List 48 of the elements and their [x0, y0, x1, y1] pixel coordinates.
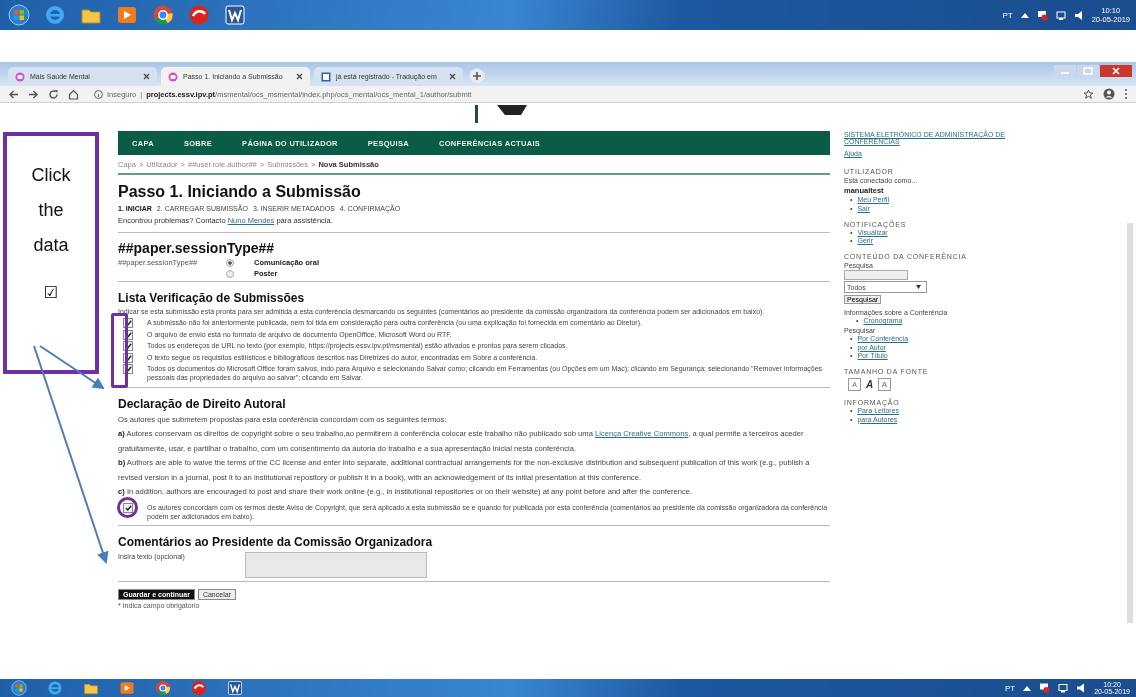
radio-button[interactable] — [226, 258, 234, 267]
checkbox[interactable] — [123, 341, 133, 351]
scrollbar[interactable] — [1127, 223, 1133, 623]
word-icon[interactable] — [224, 4, 246, 26]
star-icon[interactable] — [1083, 88, 1094, 100]
checkbox[interactable] — [123, 329, 133, 340]
forward-icon[interactable] — [28, 88, 39, 100]
home-icon[interactable] — [68, 88, 79, 100]
account-icon[interactable] — [1103, 88, 1115, 100]
section-heading: Comentários ao Presidente da Comissão Organizadora — [118, 535, 434, 550]
new-tab-icon[interactable] — [469, 68, 485, 84]
speaker-icon[interactable] — [1074, 9, 1084, 21]
language-indicator[interactable]: PT — [1002, 10, 1013, 20]
chrome-icon[interactable] — [152, 4, 174, 26]
reload-icon[interactable] — [48, 88, 59, 100]
language-indicator[interactable]: PT — [1004, 683, 1016, 693]
media-player-icon[interactable] — [116, 4, 138, 26]
search-field[interactable] — [844, 270, 908, 280]
checkbox[interactable] — [123, 318, 133, 328]
checkbox[interactable] — [123, 352, 133, 363]
highlight-circle — [117, 496, 138, 518]
section-heading: Declaração de Direito Autoral — [118, 396, 287, 411]
swirl-logo-icon[interactable] — [188, 4, 210, 26]
info-icon[interactable] — [94, 89, 103, 99]
section-heading: ##paper.sessionType## — [118, 240, 276, 256]
close-icon[interactable] — [296, 73, 303, 80]
menu-icon[interactable] — [1124, 88, 1128, 100]
callout-text: data — [33, 234, 69, 257]
checkbox[interactable] — [123, 502, 133, 513]
radio-button[interactable] — [226, 269, 234, 278]
font-size-button[interactable]: A — [863, 378, 876, 391]
start-orb-icon[interactable] — [8, 680, 30, 696]
callout-text: Click — [31, 164, 71, 187]
start-orb-icon[interactable] — [8, 4, 30, 26]
callout-symbol: ☑ — [43, 283, 59, 302]
up-chevron-icon[interactable] — [1020, 12, 1029, 18]
page-favicon-icon — [321, 71, 331, 82]
dropdown-arrow-icon — [916, 285, 921, 289]
checkbox[interactable] — [123, 364, 133, 374]
close-icon[interactable] — [143, 73, 150, 80]
close-icon[interactable] — [449, 73, 456, 80]
callout-text: the — [38, 199, 64, 222]
page-title: Passo 1. Iniciando a Submissão — [118, 183, 362, 201]
section-heading: Lista Verificação de Submissões — [118, 291, 306, 305]
font-size-button[interactable]: A — [878, 378, 891, 391]
back-icon[interactable] — [8, 88, 19, 100]
close-icon[interactable] — [1100, 65, 1132, 77]
network-icon[interactable] — [1055, 9, 1067, 21]
